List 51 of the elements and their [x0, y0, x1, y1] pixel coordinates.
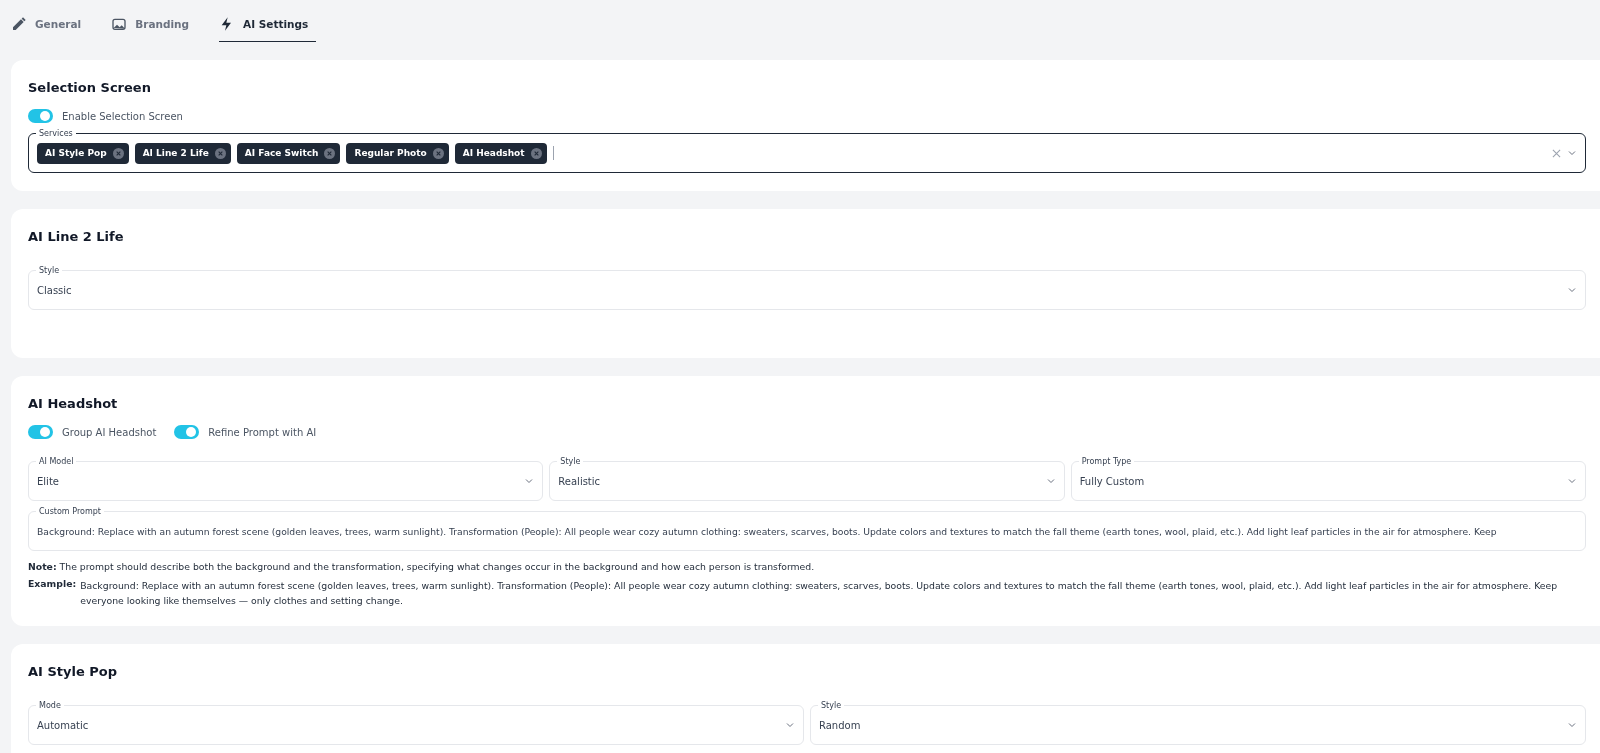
section-title: AI Style Pop	[28, 664, 119, 679]
remove-icon[interactable]	[324, 147, 336, 159]
service-chip[interactable]: Regular Photo	[346, 142, 449, 164]
toggle-label: Group AI Headshot	[62, 426, 157, 438]
field-label: Style	[36, 265, 63, 276]
caret-icon[interactable]	[1567, 148, 1577, 158]
select-value: Elite	[37, 475, 60, 487]
service-chip[interactable]: AI Face Switch	[236, 142, 341, 164]
tab[interactable]: Branding	[111, 8, 198, 42]
example-text: Background: Replace with an autumn forest scene (golden leaves, trees, warm sunlight). Transformation (People): All people wear cozy autumn clothing: sweaters, scarves, boots. Update colors and textures to match the fall theme (earth tones, wool, plaid, etc.). Add light leaf particles in the air for atmosphere. Keep everyone looking like themselves — only clothes and setting change.	[80, 579, 1559, 608]
field-label: Style	[557, 456, 584, 467]
tab[interactable]: AI Settings	[219, 8, 317, 42]
remove-icon[interactable]	[432, 147, 444, 159]
toggle-label: Enable Selection Screen	[62, 110, 183, 122]
section-title: Selection Screen	[28, 80, 152, 95]
clear-icon[interactable]	[1552, 148, 1561, 158]
service-chip[interactable]: AI Line 2 Life	[134, 142, 231, 164]
example-label: Example:	[28, 578, 77, 591]
pencil-icon	[11, 15, 27, 32]
field-label: AI Model	[36, 456, 77, 467]
toggle-switch[interactable]	[174, 425, 200, 439]
caret-icon[interactable]	[1567, 285, 1577, 295]
remove-icon[interactable]	[112, 147, 124, 159]
select-value: Automatic	[37, 719, 90, 731]
text-cursor	[552, 146, 554, 160]
section-title: AI Headshot	[28, 396, 119, 411]
select-value: Classic	[37, 284, 73, 296]
toggle-switch[interactable]	[28, 109, 53, 123]
service-chip[interactable]: AI Style Pop	[37, 142, 129, 164]
caret-icon[interactable]	[524, 476, 535, 486]
tab[interactable]: General	[11, 8, 90, 42]
remove-icon[interactable]	[214, 147, 226, 159]
select-value: Realistic	[558, 475, 602, 487]
field-label: Style	[818, 700, 845, 711]
select-value: Fully Custom	[1079, 475, 1146, 487]
section-title: AI Line 2 Life	[28, 229, 125, 244]
caret-icon[interactable]	[785, 720, 795, 730]
field-label: Custom Prompt	[36, 506, 104, 517]
field-label: Services	[36, 128, 76, 139]
field-label: Prompt Type	[1078, 456, 1135, 467]
caret-icon[interactable]	[1567, 476, 1577, 486]
toggle-label: Refine Prompt with AI	[208, 426, 317, 438]
note-text: Note: The prompt should describe both the background and the transformation, specifying what changes occur in the background and how each person is transformed.	[28, 561, 816, 572]
select-value: Random	[819, 719, 862, 731]
prompt-text: Background: Replace with an autumn forest scene (golden leaves, trees, warm sunlight). Transformation (People): All people wear cozy autumn clothing: sweaters, scarves, boots. Update colors and textures to match the fall theme (earth tones, wool, plaid, etc.). Add light leaf particles in the air for atmosphere. Keep	[37, 525, 1498, 537]
remove-icon[interactable]	[530, 147, 542, 159]
toggle-switch[interactable]	[28, 425, 53, 439]
service-chip[interactable]: AI Headshot	[454, 142, 547, 164]
field-label: Mode	[36, 700, 64, 711]
caret-icon[interactable]	[1567, 720, 1577, 730]
caret-icon[interactable]	[1045, 476, 1056, 486]
